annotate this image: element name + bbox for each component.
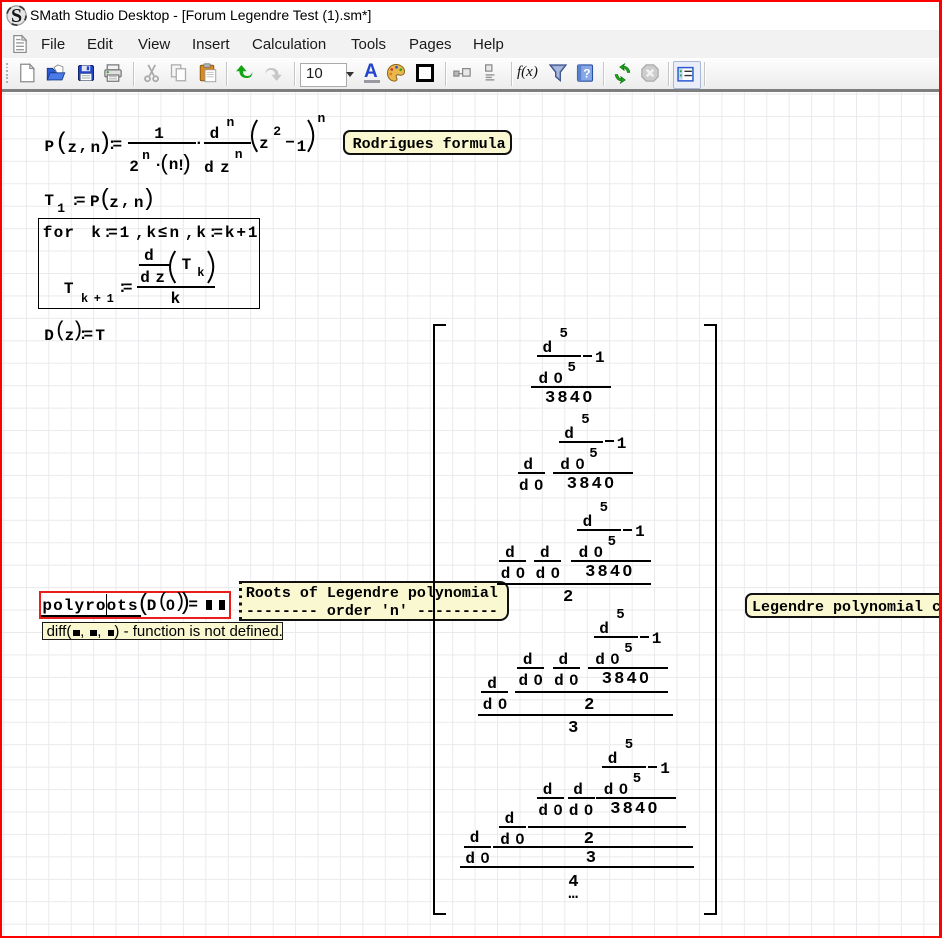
svg-text:S: S xyxy=(11,5,22,27)
svg-text:?: ? xyxy=(583,67,590,81)
